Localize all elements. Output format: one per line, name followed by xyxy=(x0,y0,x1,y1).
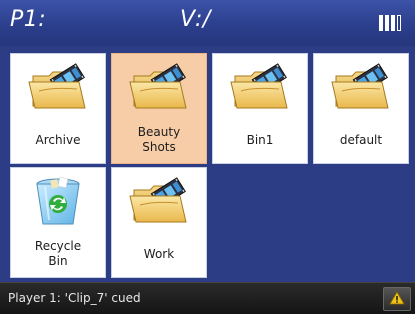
folder-tile-beauty-shots[interactable]: Beauty Shots xyxy=(111,53,207,164)
folder-label: default xyxy=(339,132,383,147)
folder-label: Work xyxy=(143,246,175,261)
folder-tile-default[interactable]: default xyxy=(313,53,409,164)
folder-icon xyxy=(128,176,190,228)
folder-label: Archive xyxy=(35,132,81,147)
folder-icon xyxy=(128,62,190,114)
folder-grid: Archive Beauty Shots Bin1 default Recycl… xyxy=(0,46,415,282)
folder-tile-recycle-bin[interactable]: Recycle Bin xyxy=(10,167,106,278)
header-bar: P1: V:/ xyxy=(0,0,415,47)
status-message: Player 1: 'Clip_7' cued xyxy=(8,291,141,305)
folder-label: Recycle Bin xyxy=(34,239,82,268)
status-bar: Player 1: 'Clip_7' cued xyxy=(0,282,415,314)
battery-icon xyxy=(379,15,407,31)
folder-tile-bin1[interactable]: Bin1 xyxy=(212,53,308,164)
folder-icon xyxy=(27,62,89,114)
folder-tile-archive[interactable]: Archive xyxy=(10,53,106,164)
warning-icon xyxy=(389,291,405,305)
folder-icon xyxy=(229,62,291,114)
player-label: P1: xyxy=(10,7,47,32)
volume-path: V:/ xyxy=(180,7,211,32)
recycle-bin-icon xyxy=(27,176,89,228)
folder-label: Beauty Shots xyxy=(137,125,181,154)
folder-label: Bin1 xyxy=(246,132,274,147)
warning-button[interactable] xyxy=(383,287,411,311)
media-browser: P1: V:/ Archive Beauty Shots Bin1 defaul… xyxy=(0,0,415,314)
folder-icon xyxy=(330,62,392,114)
folder-tile-work[interactable]: Work xyxy=(111,167,207,278)
